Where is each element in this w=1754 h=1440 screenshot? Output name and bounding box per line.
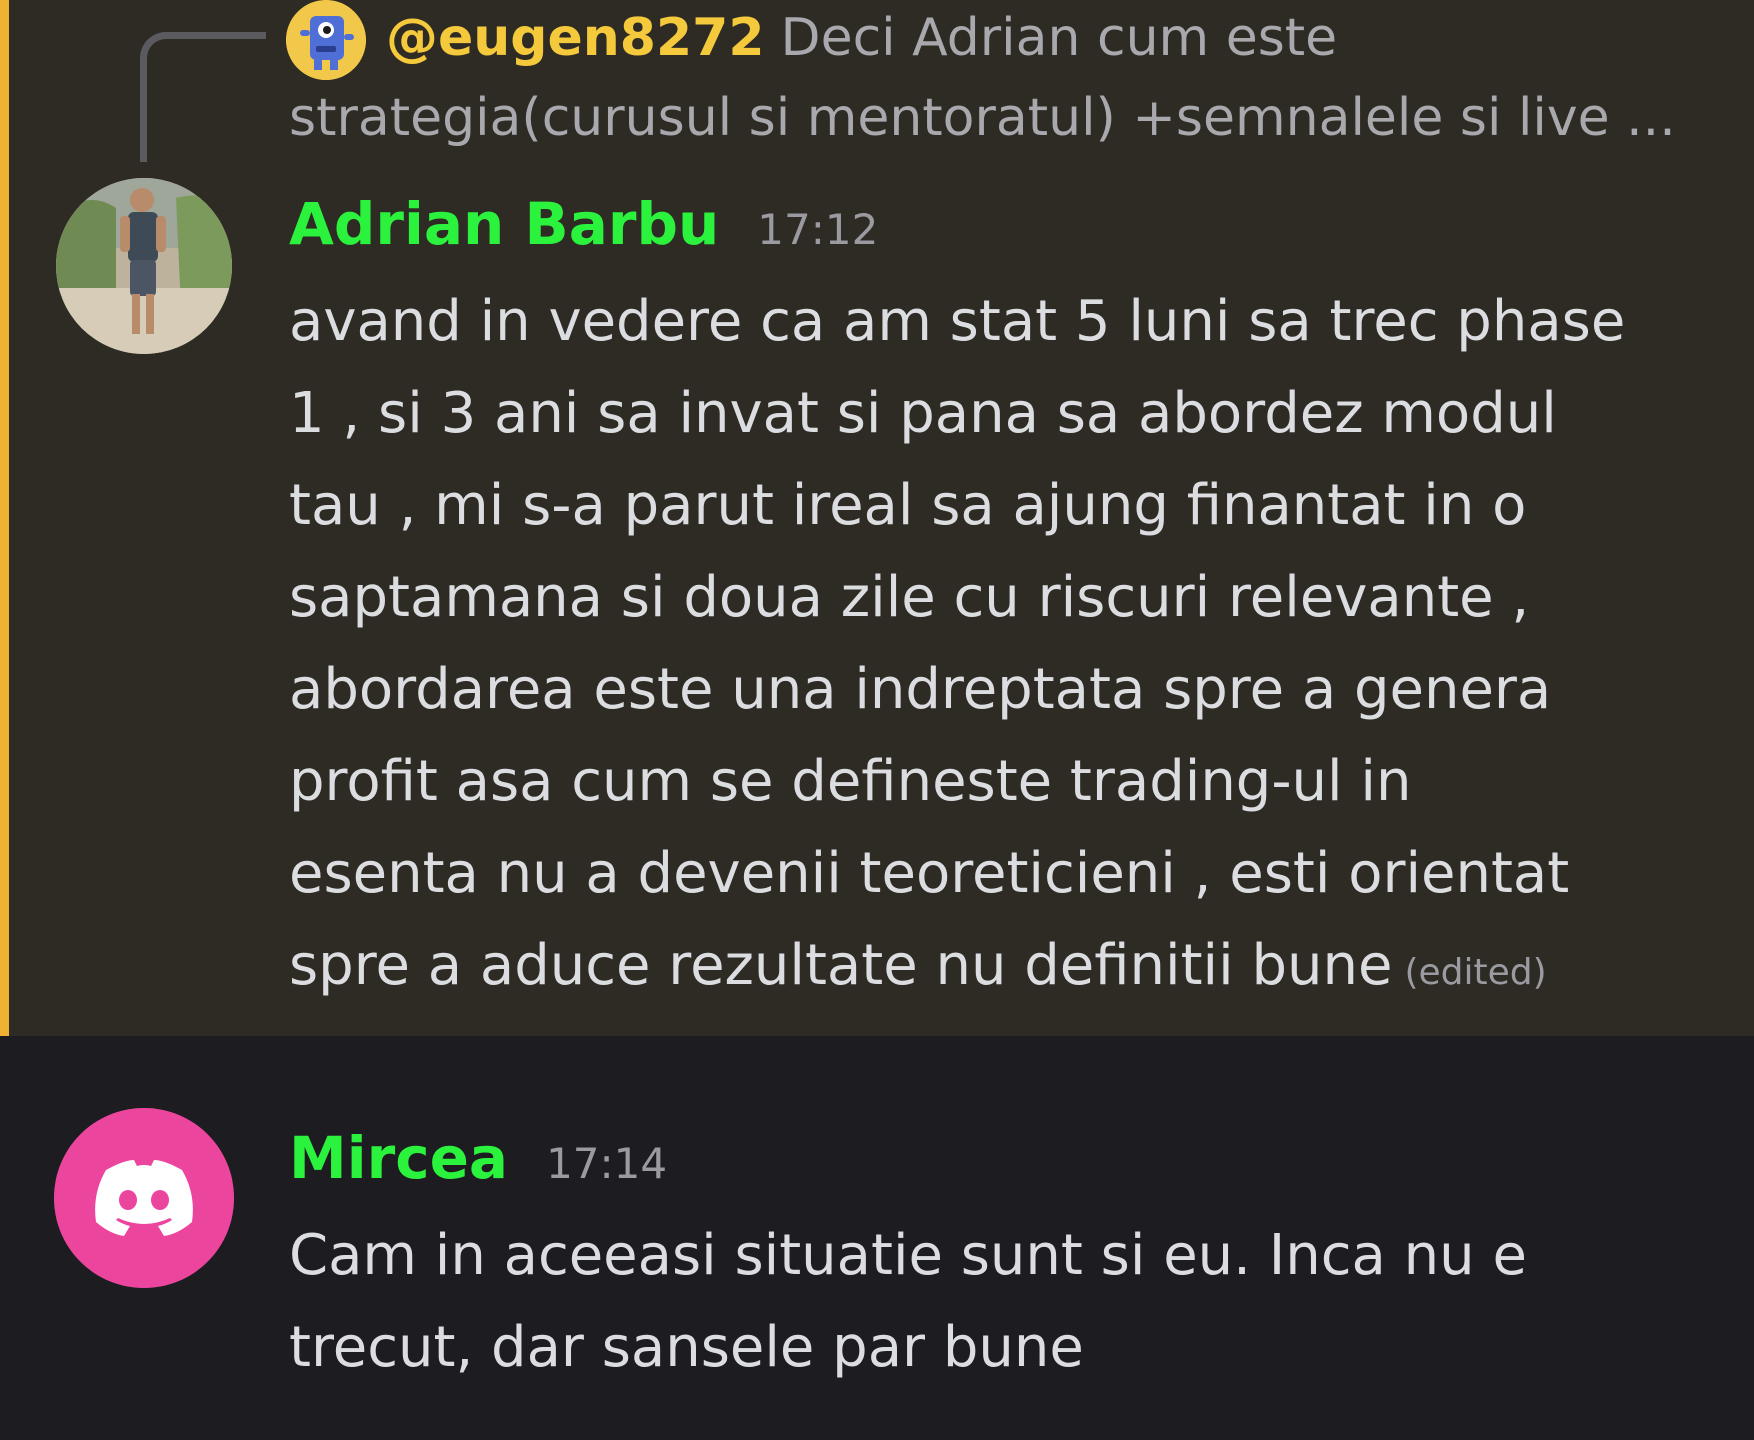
message-line-last: spre a aduce rezultate nu definitii bune… [289,920,1729,1019]
message-line: saptamana si doua zile cu riscuri releva… [289,565,1530,630]
message-line: esenta nu a devenii teoreticieni , esti … [289,841,1570,906]
message-line: abordarea este una indreptata spre a gen… [289,657,1552,722]
mention-highlight-bar [0,0,9,1036]
message-line: trecut, dar sansele par bune [289,1315,1084,1380]
avatar-mircea-discord-logo-icon[interactable] [54,1108,234,1288]
message-header: Mircea 17:14 [289,1124,667,1192]
edited-label: (edited) [1404,952,1547,993]
message-line: profit asa cum se defineste trading-ul i… [289,749,1412,814]
message-header: Adrian Barbu 17:12 [289,190,878,258]
timestamp[interactable]: 17:12 [757,205,878,254]
reply-connector-line [140,32,266,162]
message-line: 1 , si 3 ani sa invat si pana sa abordez… [289,381,1557,446]
author-name[interactable]: Mircea [289,1124,508,1192]
reply-preview-text-line2[interactable]: strategia(curusul si mentoratul) +semnal… [289,84,1676,152]
message-line: spre a aduce rezultate nu definitii bune [289,933,1393,998]
message-content: avand in vedere ca am stat 5 luni sa tre… [289,276,1729,1019]
message-content: Cam in aceeasi situatie sunt si eu. Inca… [289,1210,1729,1394]
reply-preview[interactable]: @eugen8272 Deci Adrian cum este [386,4,1337,72]
avatar-adrian-barbu[interactable] [56,178,232,354]
reply-avatar-robot-icon[interactable] [286,0,366,80]
timestamp[interactable]: 17:14 [546,1139,667,1188]
reply-preview-text-line1: Deci Adrian cum este [780,8,1338,68]
author-name[interactable]: Adrian Barbu [289,190,719,258]
reply-author[interactable]: @eugen8272 [386,8,765,68]
message-line: avand in vedere ca am stat 5 luni sa tre… [289,289,1626,354]
message-line: Cam in aceeasi situatie sunt si eu. Inca… [289,1223,1527,1288]
message-line: tau , mi s-a parut ireal sa ajung finant… [289,473,1527,538]
